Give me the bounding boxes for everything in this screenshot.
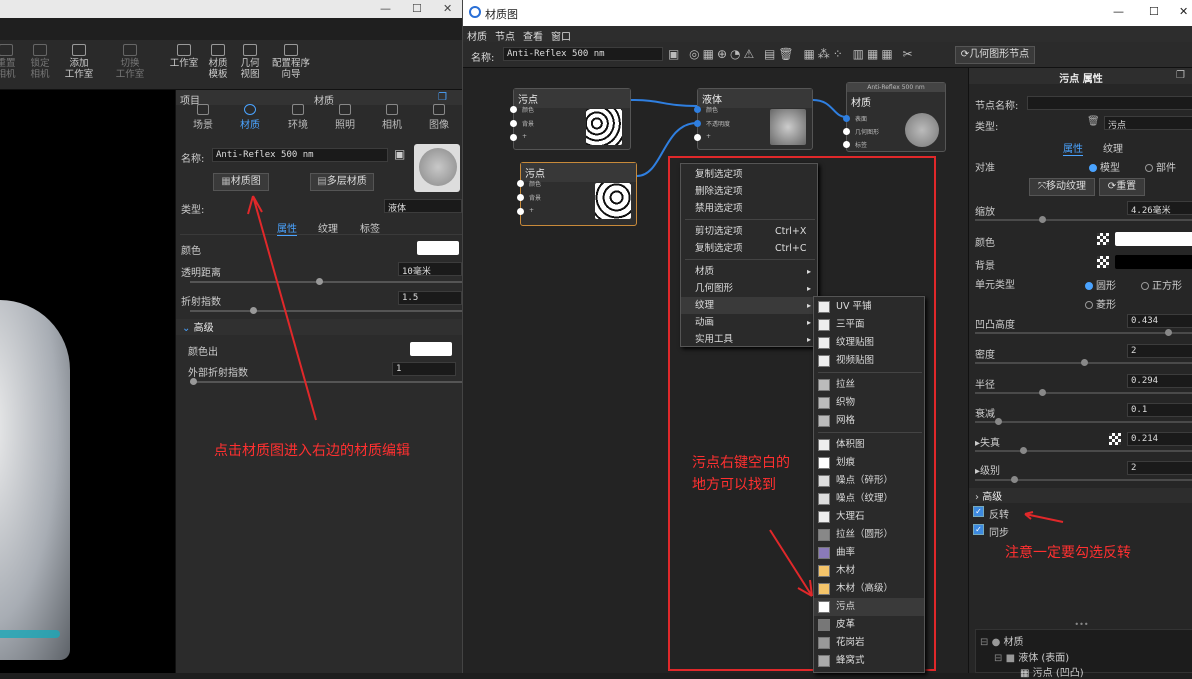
annotation-arrows: [247, 195, 813, 597]
